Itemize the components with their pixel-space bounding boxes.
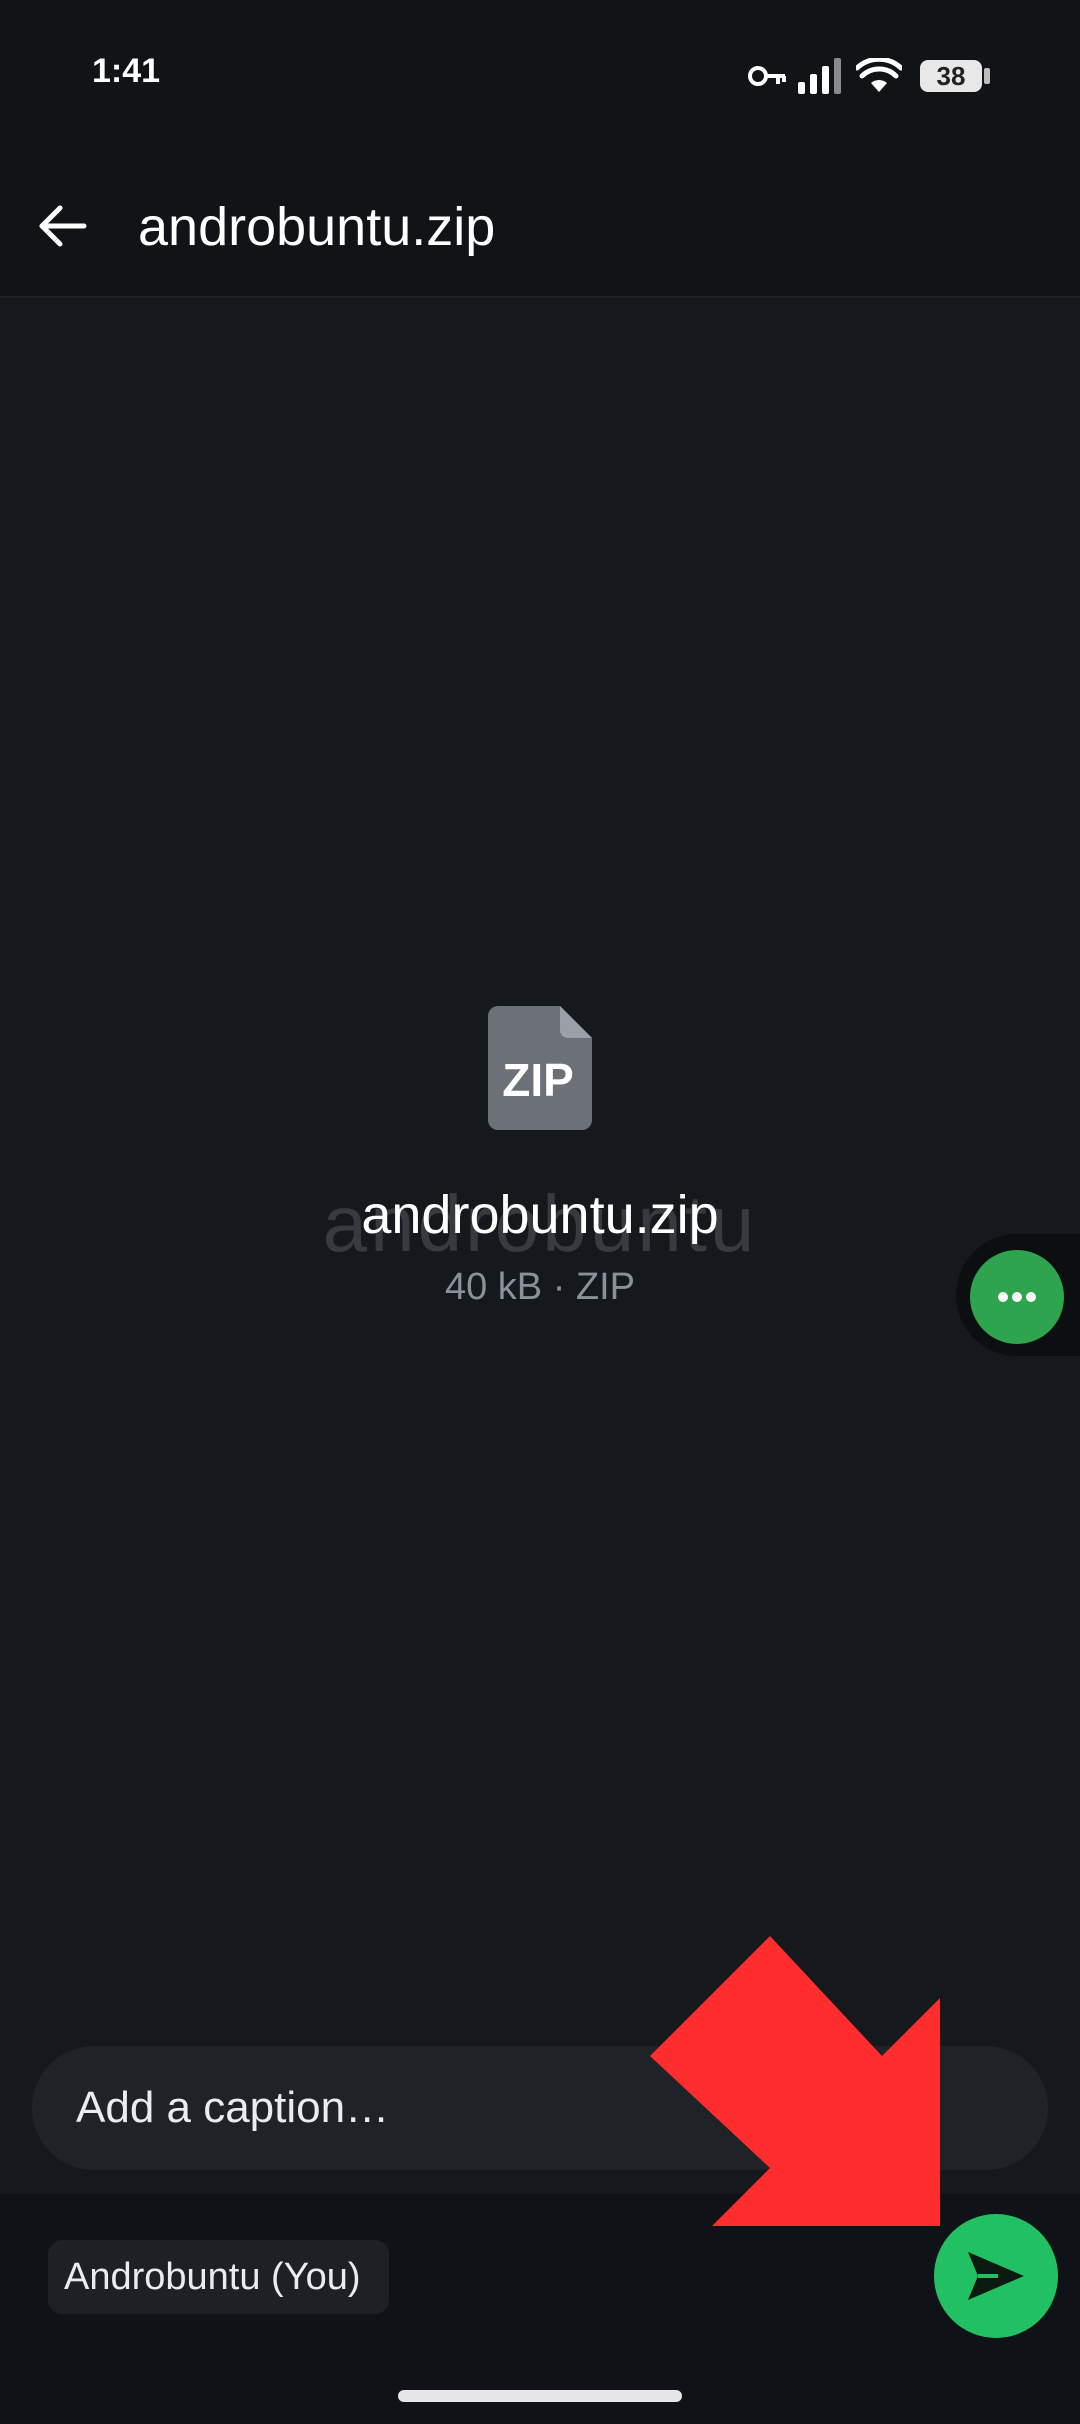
send-button[interactable] xyxy=(934,2214,1058,2338)
signal-icon xyxy=(798,58,841,94)
key-icon xyxy=(748,66,786,86)
status-time: 1:41 xyxy=(92,52,161,90)
more-options-button[interactable] xyxy=(970,1250,1064,1344)
file-meta: 40 kB · ZIP xyxy=(444,1266,636,1308)
caption-input[interactable] xyxy=(32,2046,1048,2170)
back-button[interactable] xyxy=(30,198,96,254)
battery-tip xyxy=(984,68,990,84)
back-arrow-icon xyxy=(39,205,87,247)
app-bar: androbuntu.zip xyxy=(0,150,1080,298)
zip-file-icon: ZIP xyxy=(488,1006,592,1130)
recipient-chip[interactable]: Androbuntu (You) xyxy=(48,2240,389,2314)
battery-icon: 38 xyxy=(920,60,982,92)
document-preview xyxy=(0,298,1080,2020)
more-dots-icon xyxy=(998,1292,1036,1302)
file-icon-label: ZIP xyxy=(502,1054,574,1106)
status-bar: 1:41 38 xyxy=(0,0,1080,150)
send-icon xyxy=(968,2252,1024,2300)
wifi-icon xyxy=(856,58,902,92)
file-name: androbuntu.zip xyxy=(361,1185,719,1245)
home-indicator[interactable] xyxy=(398,2390,682,2402)
page-title: androbuntu.zip xyxy=(138,197,496,257)
